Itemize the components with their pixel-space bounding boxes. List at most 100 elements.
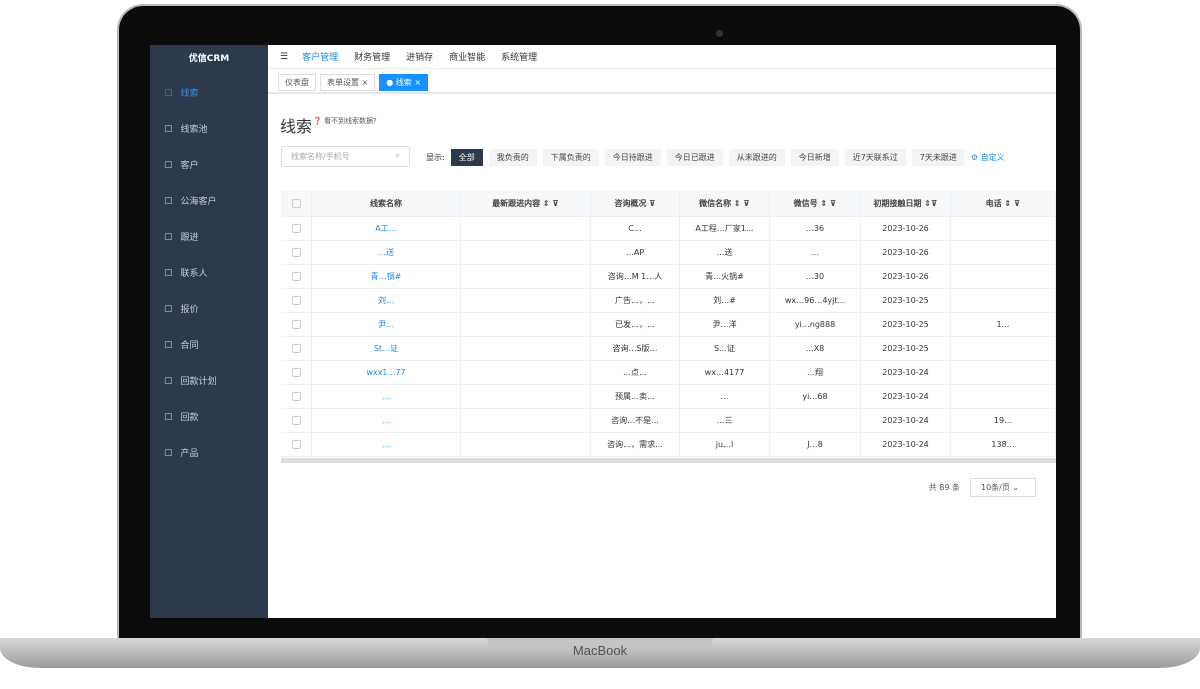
table-header: 线索名称 最新跟进内容 ⇕ ⊽ 咨询概况 ⊽ 微信名称 ⇕ ⊽ 微信号 ⇕ ⊽ 初期接触日… [281,191,1056,217]
row-checkbox[interactable] [291,296,301,305]
row-checkbox[interactable] [291,392,301,401]
column-header[interactable]: 电话 ⇕ ⊽ [951,191,1056,216]
lead-name-link[interactable]: … [312,433,461,456]
horizontal-scrollbar[interactable] [281,458,1056,463]
sidebar-item-label: 联系人 [180,269,208,279]
filter-label: 显示: [426,153,445,162]
sidebar-item-1[interactable]: ▢ 线索池 [164,122,208,136]
sidebar-item-label: 线索 [180,89,199,99]
filter-button[interactable]: 今日已跟进 [666,149,723,166]
table-cell [951,241,1056,264]
tab-0[interactable]: 仪表盘 [278,73,316,91]
row-checkbox[interactable] [291,248,301,257]
topnav-item-0[interactable]: 客户管理 [302,50,338,63]
filter-button[interactable]: 近7天联系过 [844,149,906,166]
device-label: MacBook [572,643,628,658]
row-select[interactable] [281,433,312,456]
table-cell [461,217,591,240]
sidebar-item-label: 产品 [180,449,199,459]
sidebar-item-0[interactable]: ▢ 线索 [164,86,199,100]
row-checkbox[interactable] [291,272,301,281]
filter-button[interactable]: 7天未跟进 [911,149,965,166]
sidebar-item-8[interactable]: ▢ 回款计划 [164,374,217,388]
lead-name-link[interactable]: St…证 [312,337,461,360]
row-checkbox[interactable] [291,416,301,425]
filter-button[interactable]: 下属负责的 [542,149,599,166]
filter-button[interactable]: 全部 [450,149,483,166]
lead-name-link[interactable]: 青…锅# [312,265,461,288]
sidebar-item-label: 回款计划 [180,377,217,387]
lead-name-link[interactable]: 刘… [312,289,461,312]
tab-1[interactable]: 表单设置 × [320,73,376,91]
search-input[interactable]: 线索名称/手机号 ⌕ [281,146,410,167]
table-row: … 咨询…不是... …三 2023-10-24 19… [281,409,1056,433]
column-header[interactable]: 微信号 ⇕ ⊽ [770,191,861,216]
row-select[interactable] [281,289,312,312]
help-text[interactable]: 看不到线索数据? [324,117,377,125]
column-header[interactable]: 微信名称 ⇕ ⊽ [680,191,770,216]
table-cell: … [680,385,770,408]
sidebar-item-6[interactable]: ▢ 报价 [164,302,199,316]
row-select[interactable] [281,217,312,240]
row-checkbox[interactable] [291,320,301,329]
column-header[interactable]: 初期接触日期 ⇕⊽ [861,191,951,216]
column-header[interactable]: 最新跟进内容 ⇕ ⊽ [461,191,591,216]
table-cell [770,409,861,432]
topnav-item-2[interactable]: 进销存 [406,50,433,63]
row-select[interactable] [281,241,312,264]
filter-button[interactable]: 我负责的 [488,149,537,166]
table-row: A工… C… A工程…厂家1... …36 2023-10-26 [281,217,1056,241]
table-cell: 2023-10-25 [861,337,951,360]
sidebar-item-10[interactable]: ▢ 产品 [164,446,199,460]
row-checkbox[interactable] [291,368,301,377]
sidebar-item-2[interactable]: ▢ 客户 [164,158,199,172]
contacts-icon: ▢ [164,267,173,278]
table-cell: …点… [591,361,680,384]
table-row: wxx1…77 …点… wx…4177 …翔 2023-10-24 [281,361,1056,385]
product-icon: ▢ [164,447,173,458]
row-select[interactable] [281,265,312,288]
row-select[interactable] [281,313,312,336]
table-cell: 1… [951,313,1056,336]
menu-toggle-icon[interactable]: ☰ [280,52,288,62]
lead-name-link[interactable]: A工… [312,217,461,240]
lead-name-link[interactable]: … [312,409,461,432]
topnav-item-4[interactable]: 系统管理 [501,50,537,63]
row-select[interactable] [281,337,312,360]
sidebar-item-5[interactable]: ▢ 联系人 [164,266,208,280]
tab-2[interactable]: ● 线索 × [379,73,429,91]
column-header[interactable]: 线索名称 [312,191,461,216]
topnav-item-3[interactable]: 商业智能 [449,50,485,63]
row-select[interactable] [281,409,312,432]
column-header [281,191,312,216]
table-cell: 已发…，… [591,313,680,336]
table-cell [461,337,591,360]
select-all-checkbox[interactable] [291,199,301,208]
filter-button[interactable]: 从未跟进的 [728,149,785,166]
row-checkbox[interactable] [291,224,301,233]
sidebar-item-3[interactable]: ▢ 公海客户 [164,194,217,208]
lead-name-link[interactable]: …送 [312,241,461,264]
filter-button[interactable]: 今日待跟进 [604,149,661,166]
topnav-item-1[interactable]: 财务管理 [354,50,390,63]
row-checkbox[interactable] [291,440,301,449]
table-cell: 2023-10-24 [861,361,951,384]
table-cell: 尹…洋 [680,313,770,336]
table-cell [461,433,591,456]
sidebar-item-4[interactable]: ▢ 跟进 [164,230,199,244]
row-select[interactable] [281,361,312,384]
sidebar-item-7[interactable]: ▢ 合同 [164,338,199,352]
help-link[interactable]: ❓ 看不到线索数据? [313,116,377,126]
row-select[interactable] [281,385,312,408]
column-header[interactable]: 咨询概况 ⊽ [591,191,680,216]
search-icon[interactable]: ⌕ [396,151,400,161]
filter-button[interactable]: 今日新增 [790,149,839,166]
page-size-select[interactable]: 10条/页 ⌄ [970,478,1036,497]
lead-name-link[interactable]: 尹… [312,313,461,336]
customize-link[interactable]: ⚙ 自定义 [971,152,1005,163]
lead-name-link[interactable]: … [312,385,461,408]
sidebar-item-9[interactable]: ▢ 回款 [164,410,199,424]
app-logo: 优信CRM [188,54,230,64]
row-checkbox[interactable] [291,344,301,353]
lead-name-link[interactable]: wxx1…77 [312,361,461,384]
